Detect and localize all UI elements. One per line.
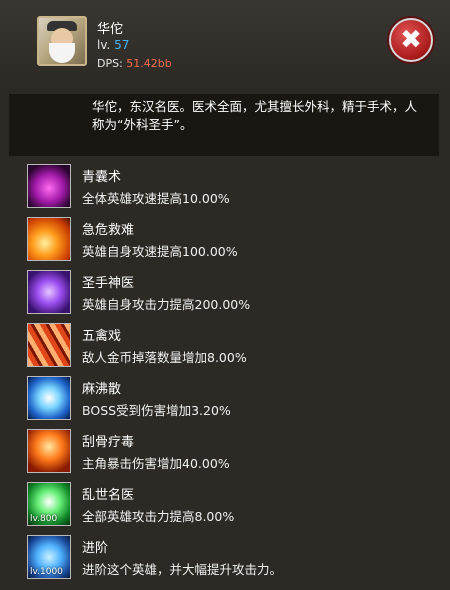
skill-effect: 英雄自身攻击力提高200.00% [82, 297, 251, 312]
hero-portrait [37, 16, 87, 66]
skill-effect: BOSS受到伤害增加3.20% [82, 403, 231, 418]
hero-level: lv. 57 [97, 38, 129, 52]
skill-name: 乱世名医 [82, 488, 135, 503]
hero-name: 华佗 [97, 22, 124, 37]
hero-header: 华佗 lv. 57 DPS: 51.42bb ✖ [0, 0, 450, 92]
skill-effect: 全体英雄攻速提高10.00% [82, 191, 230, 206]
close-button[interactable]: ✖ [389, 18, 433, 62]
dps-prefix: DPS: [97, 57, 123, 70]
skill-item[interactable]: 五禽戏 敌人金币掉落数量增加8.00% [27, 323, 447, 376]
close-icon: ✖ [400, 25, 422, 55]
dark-hand-skill-icon [27, 164, 71, 208]
green-figure-skill-icon: lv.800 [27, 482, 71, 526]
skill-item[interactable]: 刮骨疗毒 主角暴击伤害增加40.00% [27, 429, 447, 482]
hero-description-panel: 华佗，东汉名医。医术全面，尤其擅长外科，精于手术，人称为“外科圣手”。 [9, 94, 439, 156]
skill-effect: 敌人金币掉落数量增加8.00% [82, 350, 247, 365]
skill-item[interactable]: lv.800 乱世名医 全部英雄攻击力提高8.00% [27, 482, 447, 535]
skill-name: 进阶 [82, 541, 109, 556]
skill-unlock-level: lv.800 [30, 514, 58, 524]
skill-item[interactable]: 麻沸散 BOSS受到伤害增加3.20% [27, 376, 447, 429]
skill-name: 麻沸散 [82, 382, 122, 397]
hero-dps: DPS: 51.42bb [97, 57, 172, 70]
skill-name: 刮骨疗毒 [82, 435, 135, 450]
skill-unlock-level: lv.1000 [30, 567, 63, 577]
skill-item[interactable]: 青囊术 全体英雄攻速提高10.00% [27, 164, 447, 217]
skill-effect: 进阶这个英雄，并大幅提升攻击力。 [82, 562, 283, 577]
skill-effect: 全部英雄攻击力提高8.00% [82, 509, 235, 524]
advance-skill-icon: lv.1000 [27, 535, 71, 579]
skill-effect: 主角暴击伤害增加40.00% [82, 456, 230, 471]
skill-item[interactable]: 急危救难 英雄自身攻速提高100.00% [27, 217, 447, 270]
level-prefix: lv. [97, 38, 111, 52]
fire-figure-skill-icon [27, 429, 71, 473]
skill-name: 圣手神医 [82, 276, 135, 291]
skill-item[interactable]: 圣手神医 英雄自身攻击力提高200.00% [27, 270, 447, 323]
flame-skill-icon [27, 217, 71, 261]
ice-burst-skill-icon [27, 376, 71, 420]
skill-name: 青囊术 [82, 170, 122, 185]
skill-name: 急危救难 [82, 223, 135, 238]
skill-name: 五禽戏 [82, 329, 122, 344]
skill-effect: 英雄自身攻速提高100.00% [82, 244, 238, 259]
fire-claw-skill-icon [27, 323, 71, 367]
portrait-beard [49, 43, 75, 63]
level-value: 57 [114, 38, 130, 52]
skill-item[interactable]: lv.1000 进阶 进阶这个英雄，并大幅提升攻击力。 [27, 535, 447, 588]
skill-list: 青囊术 全体英雄攻速提高10.00% 急危救难 英雄自身攻速提高100.00% … [27, 164, 447, 588]
purple-aura-skill-icon [27, 270, 71, 314]
hero-description: 华佗，东汉名医。医术全面，尤其擅长外科，精于手术，人称为“外科圣手”。 [92, 99, 418, 132]
dps-value: 51.42bb [126, 57, 172, 70]
